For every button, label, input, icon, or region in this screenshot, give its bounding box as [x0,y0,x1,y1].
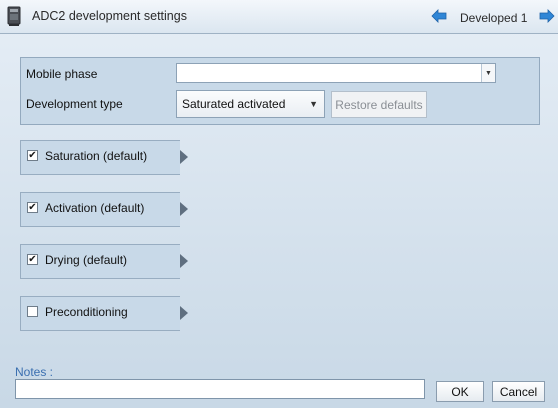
development-type-value: Saturated activated [182,97,286,111]
cancel-button[interactable]: Cancel [492,381,545,402]
section-label: Saturation (default) [45,149,148,163]
dropdown-arrow-icon[interactable]: ▼ [481,64,495,82]
step-label: Developed 1 [460,11,528,25]
activation-checkbox[interactable]: ✔ [27,202,38,213]
window-title: ADC2 development settings [32,9,187,23]
mobile-phase-select[interactable]: ▼ [176,63,496,83]
arrow-right-icon[interactable] [539,9,555,23]
drying-checkbox[interactable]: ✔ [27,254,38,265]
expand-arrow-icon [180,254,188,268]
preconditioning-checkbox[interactable] [27,306,38,317]
section-preconditioning[interactable]: Preconditioning [20,296,188,331]
saturation-checkbox[interactable]: ✔ [27,150,38,161]
section-drying[interactable]: ✔ Drying (default) [20,244,188,279]
expand-arrow-icon [180,150,188,164]
restore-defaults-button[interactable]: Restore defaults [331,91,427,118]
section-saturation[interactable]: ✔ Saturation (default) [20,140,188,175]
mobile-phase-label: Mobile phase [26,67,98,81]
adc2-device-icon [7,6,21,26]
development-type-select[interactable]: Saturated activated ▼ [176,90,325,118]
expand-arrow-icon [180,202,188,216]
settings-panel: Mobile phase ▼ Development type Saturate… [20,57,540,125]
arrow-left-icon[interactable] [431,9,447,23]
section-label: Preconditioning [45,305,128,319]
section-label: Drying (default) [45,253,128,267]
expand-arrow-icon [180,306,188,320]
notes-label: Notes : [15,365,54,379]
notes-input[interactable] [15,379,425,399]
development-type-label: Development type [26,97,123,111]
chevron-down-icon: ▼ [309,99,318,109]
ok-button[interactable]: OK [436,381,484,402]
title-bar: ADC2 development settings Developed 1 [0,0,558,34]
section-activation[interactable]: ✔ Activation (default) [20,192,188,227]
section-label: Activation (default) [45,201,145,215]
